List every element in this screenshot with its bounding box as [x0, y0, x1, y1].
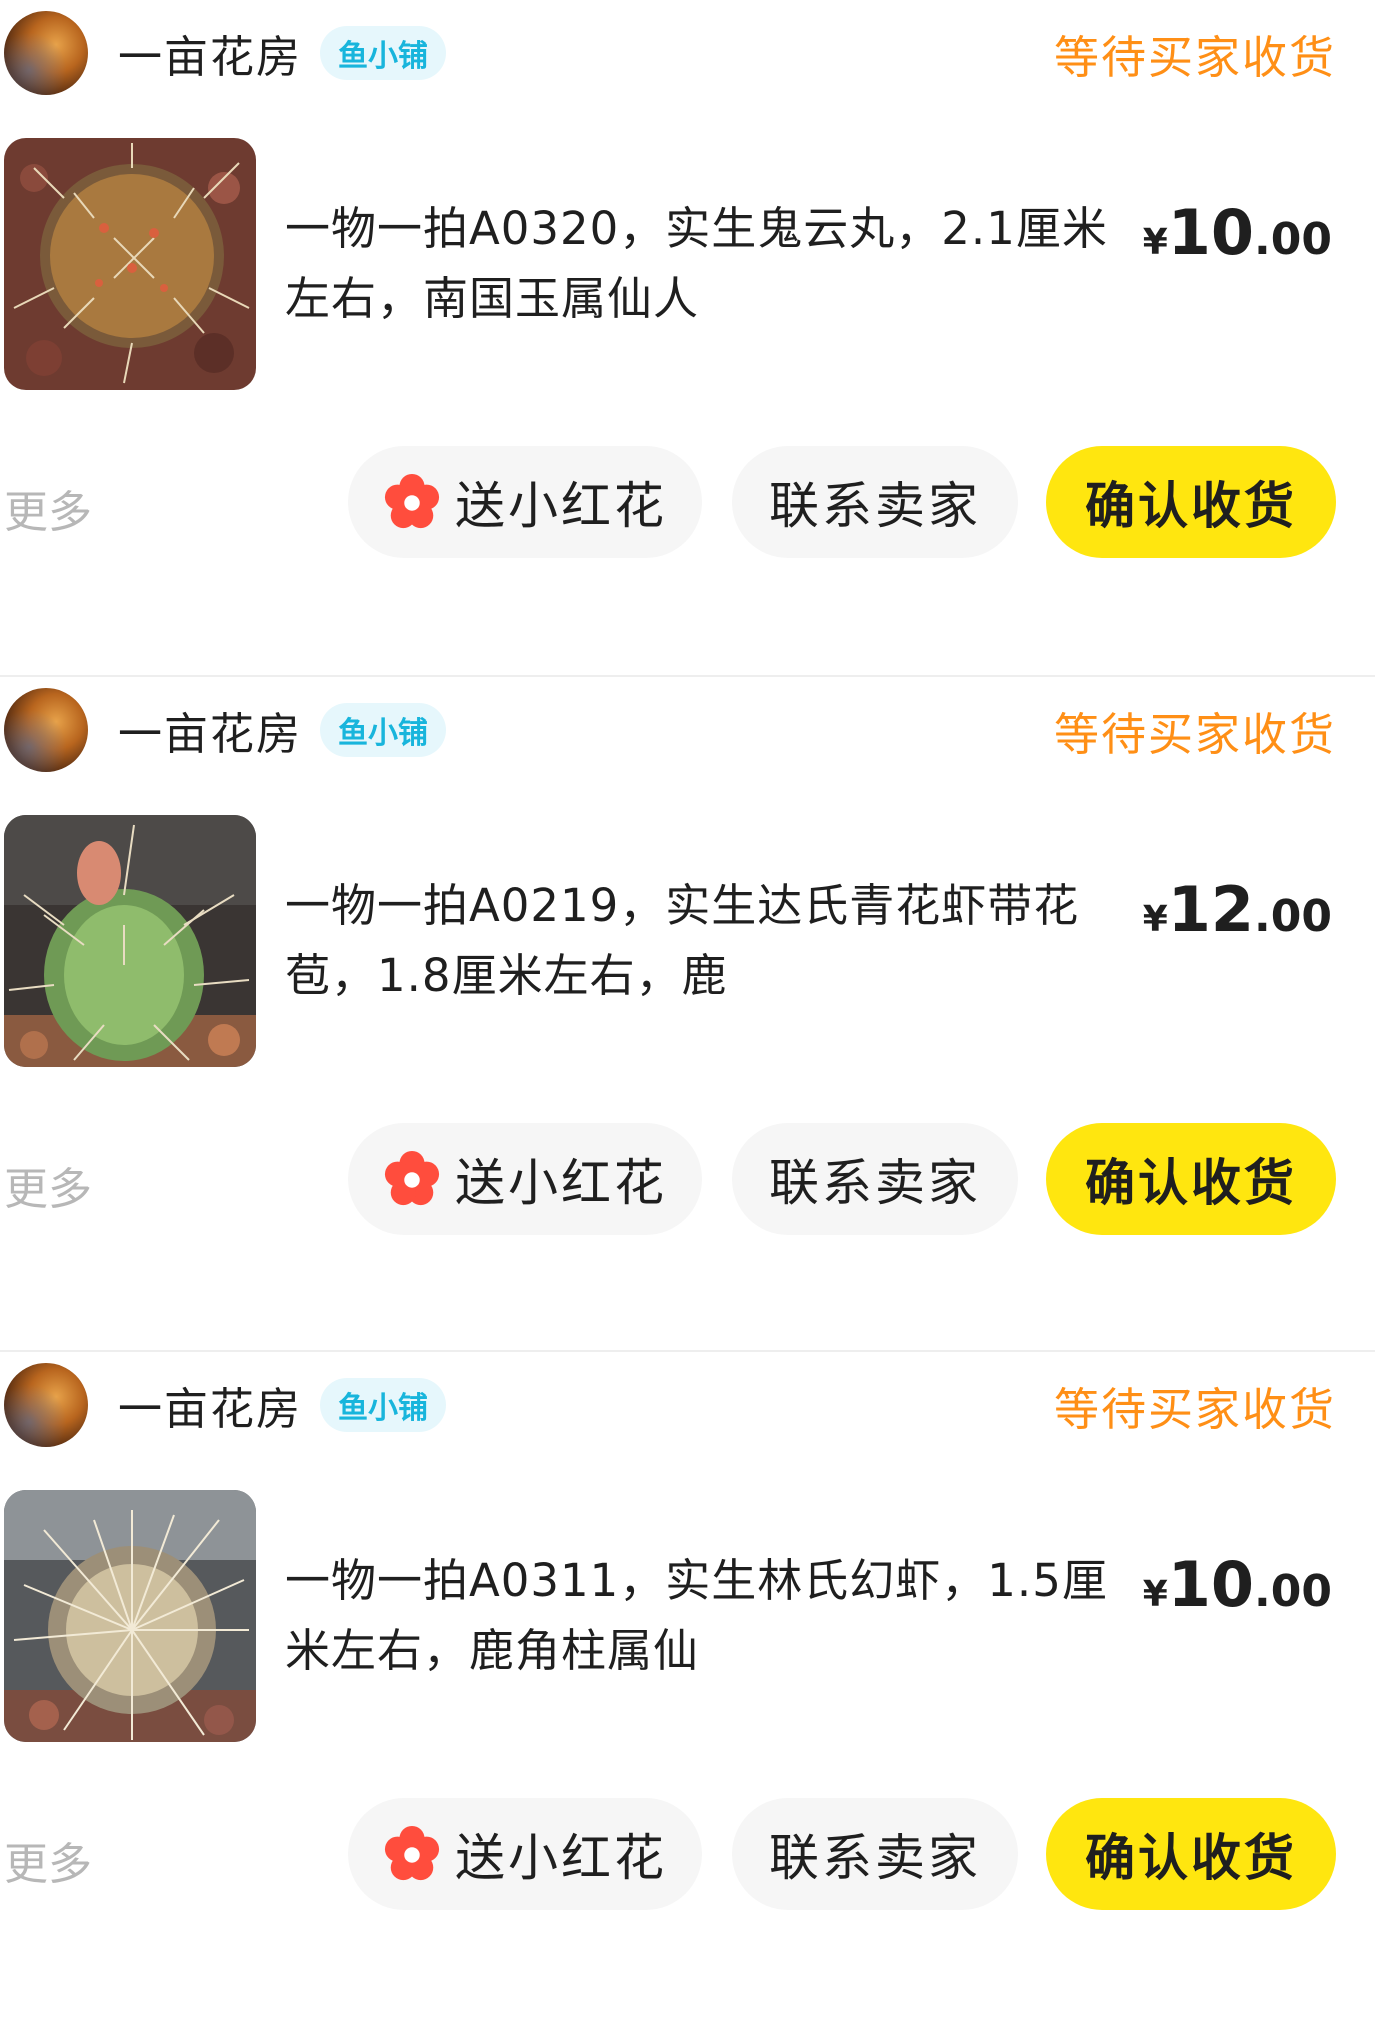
- more-button[interactable]: 更多: [4, 1828, 92, 1892]
- product-thumbnail[interactable]: [4, 138, 256, 390]
- red-flower-icon: [384, 1825, 440, 1881]
- product-thumbnail[interactable]: [4, 1490, 256, 1742]
- shop-avatar[interactable]: [4, 1363, 88, 1447]
- red-flower-icon: [384, 1150, 440, 1206]
- order-item[interactable]: 一物一拍A0311，实生林氏幻虾，1.5厘米左右，鹿角柱属仙 ¥10.00: [0, 1490, 1336, 1742]
- confirm-receipt-button[interactable]: 确认收货: [1046, 446, 1336, 558]
- more-button[interactable]: 更多: [4, 476, 92, 540]
- send-flower-label: 送小红花: [455, 1829, 667, 1887]
- order-actions: 更多 送小红花 联系卖家 确认收货: [0, 1123, 1336, 1235]
- shop-badge: 鱼小铺: [320, 26, 446, 80]
- order-card: 一亩花房 鱼小铺 等待买家收货 一物一拍A0219，实生达氏青花虾带花苞，1.8…: [0, 675, 1375, 1350]
- order-header: 一亩花房 鱼小铺 等待买家收货: [0, 685, 1336, 775]
- order-status: 等待买家收货: [1053, 707, 1336, 761]
- confirm-receipt-button[interactable]: 确认收货: [1046, 1123, 1336, 1235]
- send-flower-label: 送小红花: [455, 1154, 667, 1212]
- contact-seller-button[interactable]: 联系卖家: [732, 446, 1018, 558]
- red-flower-icon: [384, 473, 440, 529]
- shop-badge: 鱼小铺: [320, 703, 446, 757]
- contact-seller-button[interactable]: 联系卖家: [732, 1123, 1018, 1235]
- contact-seller-button[interactable]: 联系卖家: [732, 1798, 1018, 1910]
- send-flower-button[interactable]: 送小红花: [348, 1798, 702, 1910]
- shop-avatar[interactable]: [4, 688, 88, 772]
- order-item[interactable]: 一物一拍A0320，实生鬼云丸，2.1厘米左右，南国玉属仙人 ¥10.00: [0, 138, 1336, 390]
- send-flower-button[interactable]: 送小红花: [348, 446, 702, 558]
- more-button[interactable]: 更多: [4, 1153, 92, 1217]
- order-item[interactable]: 一物一拍A0219，实生达氏青花虾带花苞，1.8厘米左右，鹿 ¥12.00: [0, 815, 1336, 1067]
- shop-name[interactable]: 一亩花房: [118, 1373, 302, 1437]
- order-card: 一亩花房 鱼小铺 等待买家收货 一物一拍: [0, 1350, 1375, 2025]
- product-price: ¥10.00: [1142, 1548, 1332, 1621]
- product-price: ¥10.00: [1142, 196, 1332, 269]
- send-flower-button[interactable]: 送小红花: [348, 1123, 702, 1235]
- order-status: 等待买家收货: [1053, 1382, 1336, 1436]
- order-status: 等待买家收货: [1053, 30, 1336, 84]
- send-flower-label: 送小红花: [455, 477, 667, 535]
- shop-avatar[interactable]: [4, 11, 88, 95]
- product-title[interactable]: 一物一拍A0219，实生达氏青花虾带花苞，1.8厘米左右，鹿: [285, 871, 1125, 1011]
- order-card: 一亩花房 鱼小铺 等待买家收货 一物一拍: [0, 0, 1375, 675]
- product-price: ¥12.00: [1142, 873, 1332, 946]
- shop-name[interactable]: 一亩花房: [118, 21, 302, 85]
- product-thumbnail[interactable]: [4, 815, 256, 1067]
- shop-badge: 鱼小铺: [320, 1378, 446, 1432]
- product-title[interactable]: 一物一拍A0320，实生鬼云丸，2.1厘米左右，南国玉属仙人: [285, 194, 1125, 334]
- order-actions: 更多 送小红花 联系卖家 确认收货: [0, 446, 1336, 558]
- order-header: 一亩花房 鱼小铺 等待买家收货: [0, 8, 1336, 98]
- order-actions: 更多 送小红花 联系卖家 确认收货: [0, 1798, 1336, 1910]
- order-header: 一亩花房 鱼小铺 等待买家收货: [0, 1360, 1336, 1450]
- shop-name[interactable]: 一亩花房: [118, 698, 302, 762]
- product-title[interactable]: 一物一拍A0311，实生林氏幻虾，1.5厘米左右，鹿角柱属仙: [285, 1546, 1125, 1686]
- confirm-receipt-button[interactable]: 确认收货: [1046, 1798, 1336, 1910]
